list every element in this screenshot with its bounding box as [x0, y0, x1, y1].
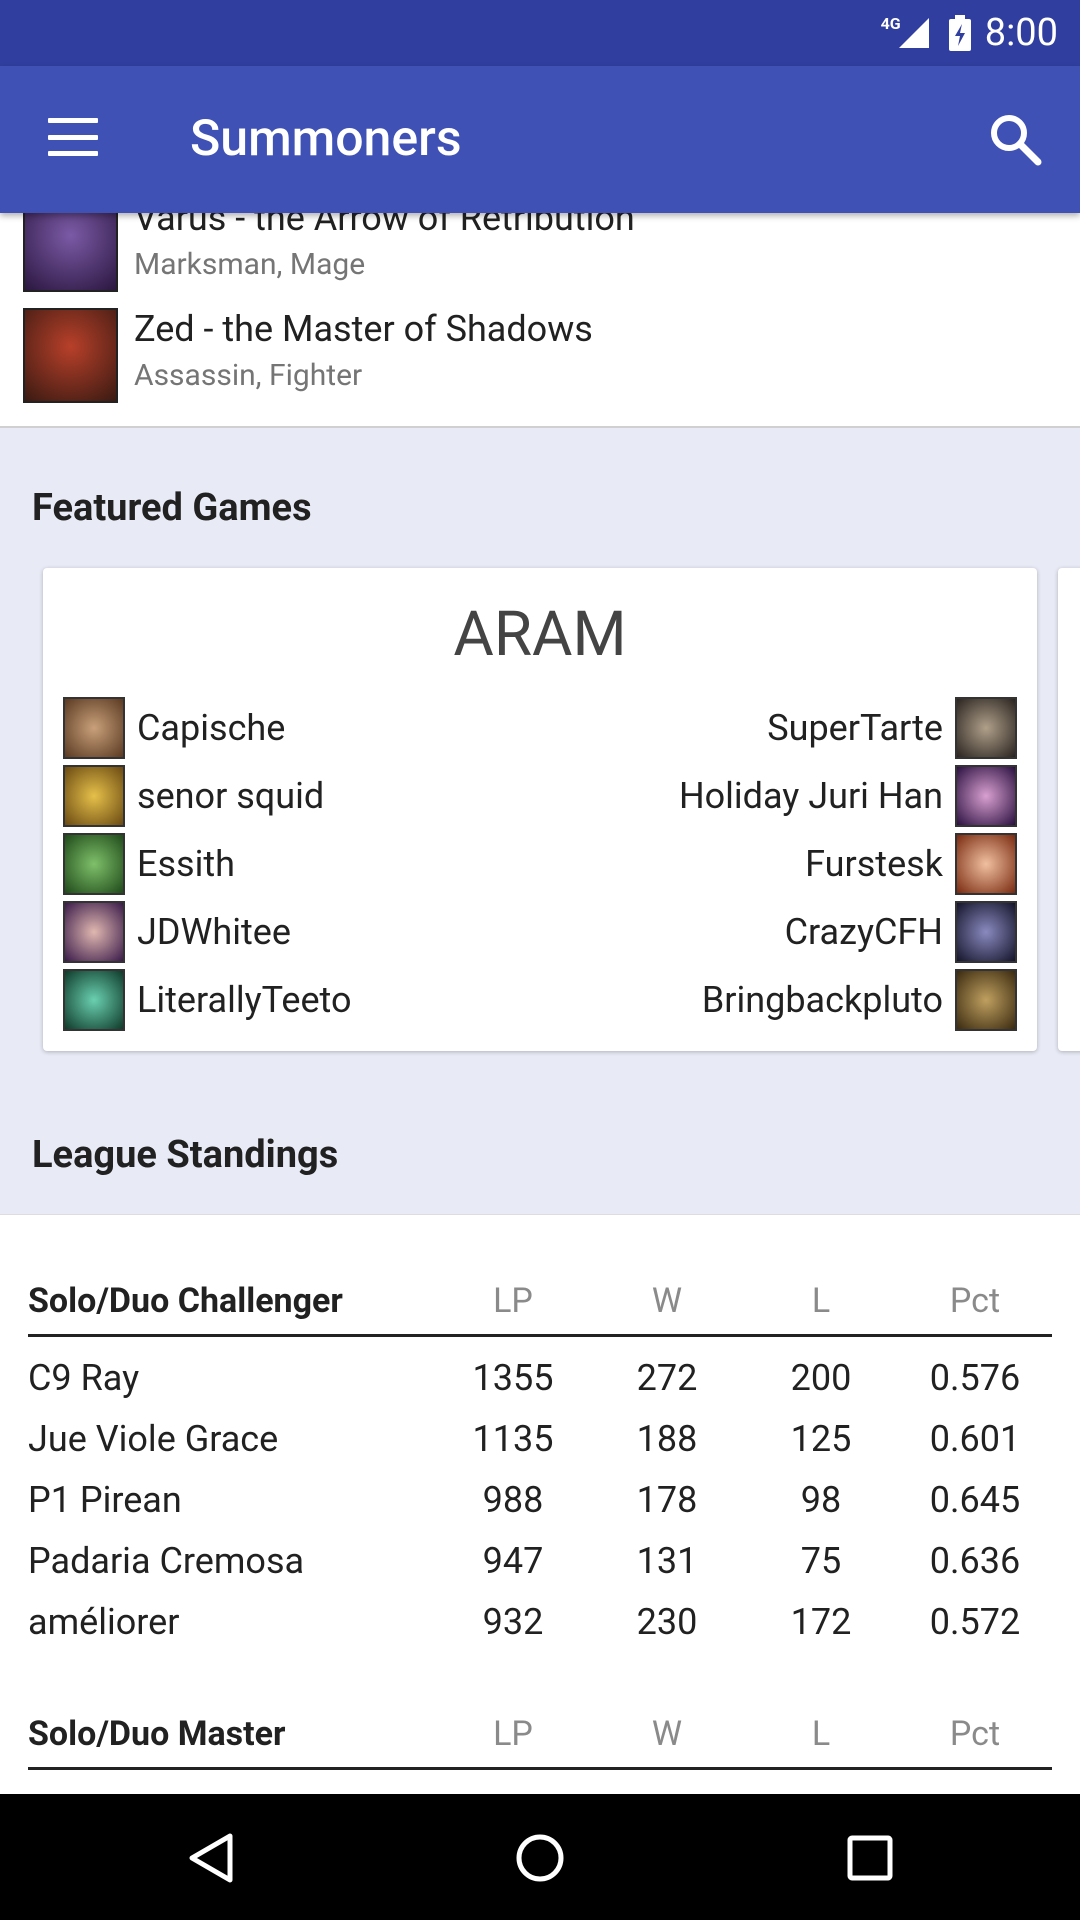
cell-pct: 0.636 [929, 1540, 1021, 1582]
column-w: W [651, 1281, 683, 1321]
champion-icon [63, 969, 125, 1031]
champion-icon [955, 901, 1017, 963]
column-lp: LP [493, 1714, 533, 1754]
column-l: L [811, 1714, 831, 1754]
column-w: W [651, 1714, 683, 1754]
cell-pct: 0.645 [929, 1479, 1021, 1521]
player-right[interactable]: SuperTarte [767, 696, 1017, 760]
player-right[interactable]: Furstesk [805, 832, 1017, 896]
table-row[interactable]: P1 Pirean 988 178 98 0.645 [28, 1475, 1052, 1536]
player-right[interactable]: Bringbackpluto [702, 968, 1017, 1032]
recents-icon[interactable] [842, 1830, 898, 1886]
game-mode: ARAM [453, 598, 627, 671]
player-name: Holiday Juri Han [678, 775, 943, 817]
player-name: Jue Viole Grace [28, 1418, 279, 1460]
player-right[interactable]: CrazyCFH [785, 900, 1017, 964]
champion-list: Varus - the Arrow of Retribution Marksma… [0, 213, 1080, 428]
cell-lp: 947 [482, 1540, 544, 1582]
league-name: Solo/Duo Challenger [28, 1281, 343, 1321]
cell-pct: 0.576 [929, 1357, 1021, 1399]
cell-lp: 988 [482, 1479, 544, 1521]
champion-name: Zed - the Master of Shadows [134, 308, 593, 350]
league-name: Solo/Duo Master [28, 1714, 286, 1754]
player-left[interactable]: LiterallyTeeto [63, 968, 352, 1032]
cell-pct: 0.601 [929, 1418, 1021, 1460]
champion-roles: Marksman, Mage [134, 247, 366, 282]
player-name: CrazyCFH [784, 911, 943, 953]
featured-games-title: Featured Games [32, 486, 312, 530]
cell-pct: 0.572 [929, 1601, 1021, 1643]
champion-name: Varus - the Arrow of Retribution [134, 213, 635, 239]
champion-icon [63, 765, 125, 827]
cell-w: 178 [636, 1479, 698, 1521]
league-standings-title: League Standings [32, 1133, 339, 1177]
player-left[interactable]: Essith [63, 832, 235, 896]
table-row[interactable]: améliorer 932 230 172 0.572 [28, 1597, 1052, 1658]
player-name: SuperTarte [767, 707, 943, 749]
player-name: JDWhitee [137, 911, 291, 953]
app-bar: Summoners [0, 66, 1080, 213]
status-bar: 4G 8:00 [0, 0, 1080, 66]
navigation-bar [0, 1794, 1080, 1920]
player-left[interactable]: Capische [63, 696, 285, 760]
column-pct: Pct [949, 1281, 1001, 1321]
cell-l: 125 [790, 1418, 852, 1460]
player-name: améliorer [28, 1601, 180, 1643]
player-right[interactable]: Holiday Juri Han [679, 764, 1017, 828]
cell-l: 200 [790, 1357, 852, 1399]
table-row[interactable]: Padaria Cremosa 947 131 75 0.636 [28, 1536, 1052, 1597]
home-icon[interactable] [512, 1830, 568, 1886]
cell-l: 98 [800, 1479, 842, 1521]
player-name: Essith [137, 843, 235, 885]
champion-icon [955, 765, 1017, 827]
cell-w: 272 [636, 1357, 698, 1399]
column-lp: LP [493, 1281, 533, 1321]
featured-game-card[interactable]: ARAM Capische senor squid Essith JDWhite… [43, 568, 1037, 1051]
champion-icon [63, 833, 125, 895]
player-name: P1 Pirean [28, 1479, 182, 1521]
league-standings: Solo/Duo Challenger LP W L Pct C9 Ray 13… [0, 1214, 1080, 1794]
cell-l: 75 [800, 1540, 842, 1582]
player-name: Capische [137, 707, 286, 749]
champion-icon [63, 901, 125, 963]
champion-icon [955, 697, 1017, 759]
cell-w: 131 [636, 1540, 698, 1582]
player-name: Bringbackpluto [701, 979, 943, 1021]
player-name: senor squid [137, 775, 325, 817]
column-pct: Pct [949, 1714, 1001, 1754]
signal-icon [898, 18, 929, 48]
player-name: Padaria Cremosa [28, 1540, 305, 1582]
back-icon[interactable] [184, 1830, 240, 1886]
cell-l: 172 [790, 1601, 852, 1643]
table-row[interactable]: Jue Viole Grace 1135 188 125 0.601 [28, 1414, 1052, 1475]
player-name: LiterallyTeeto [137, 979, 352, 1021]
cell-lp: 932 [482, 1601, 544, 1643]
next-game-card[interactable] [1058, 568, 1080, 1051]
player-left[interactable]: senor squid [63, 764, 324, 828]
champion-icon [63, 697, 125, 759]
champion-icon [955, 833, 1017, 895]
table-header: Solo/Duo Master LP W L Pct [28, 1706, 1052, 1770]
champion-portrait [23, 213, 118, 292]
champion-icon [955, 969, 1017, 1031]
cell-w: 230 [636, 1601, 698, 1643]
battery-icon [948, 15, 971, 51]
clock: 8:00 [984, 11, 1058, 55]
table-header: Solo/Duo Challenger LP W L Pct [28, 1273, 1052, 1337]
player-left[interactable]: JDWhitee [63, 900, 291, 964]
champion-roles: Assassin, Fighter [134, 358, 363, 393]
cell-lp: 1355 [472, 1357, 554, 1399]
menu-icon[interactable] [48, 118, 98, 156]
column-l: L [811, 1281, 831, 1321]
champion-list-item[interactable]: Zed - the Master of Shadows Assassin, Fi… [0, 302, 1080, 412]
cell-w: 188 [636, 1418, 698, 1460]
table-row[interactable]: C9 Ray 1355 272 200 0.576 [28, 1353, 1052, 1414]
page-title: Summoners [190, 110, 462, 168]
cell-lp: 1135 [472, 1418, 554, 1460]
champion-list-item[interactable]: Varus - the Arrow of Retribution Marksma… [0, 213, 1080, 301]
search-icon[interactable] [988, 112, 1042, 166]
champion-portrait [23, 308, 118, 403]
player-name: Furstesk [805, 843, 943, 885]
player-name: C9 Ray [28, 1357, 140, 1399]
